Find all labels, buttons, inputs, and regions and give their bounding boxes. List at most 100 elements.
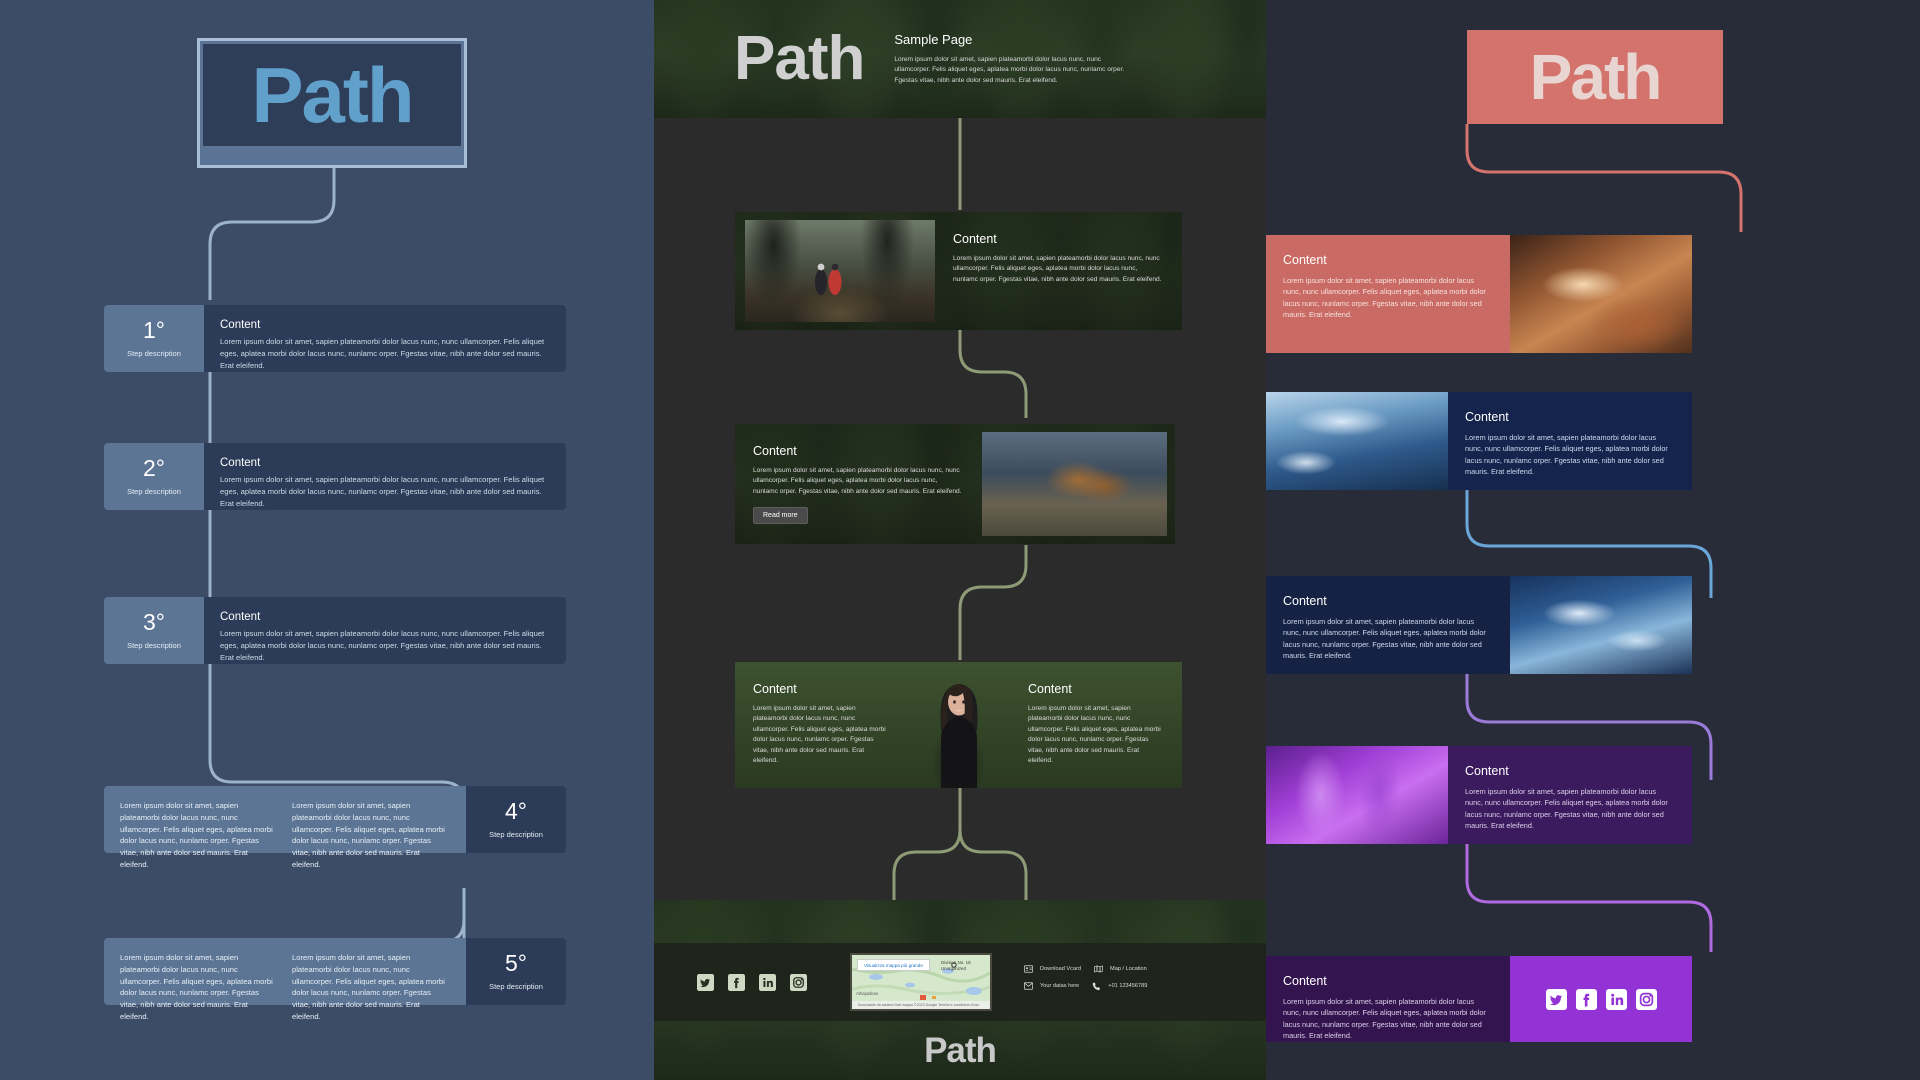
right-card-1-body: Lorem ipsum dolor sit amet, sapien plate… xyxy=(1283,276,1486,319)
map-place-label: Athapaskan xyxy=(856,991,879,996)
center-header-text: Sample Page Lorem ipsum dolor sit amet, … xyxy=(894,32,1134,87)
left-logo-text: Path xyxy=(251,51,414,139)
step-badge-4: 4° Step description xyxy=(466,786,566,853)
map-marker-label: Division No. 18 Unorganized xyxy=(941,960,971,971)
step-row-1[interactable]: 1° Step description Content Lorem ipsum … xyxy=(104,305,566,372)
step-body-5: Lorem ipsum dolor sit amet, sapien plate… xyxy=(104,938,466,1021)
mail-icon xyxy=(1024,982,1033,990)
card1-image-forest-path-hikers xyxy=(745,220,935,322)
download-vcard-label[interactable]: Download Vcard xyxy=(1040,966,1081,972)
right-panel: Path Content Lorem ipsum dolor sit amet,… xyxy=(1266,0,1920,1080)
center-footer-logo-text: Path xyxy=(924,1030,997,1070)
instagram-icon[interactable] xyxy=(1635,988,1657,1010)
center-card-3[interactable]: Content Lorem ipsum dolor sit amet, sapi… xyxy=(735,662,1182,788)
center-header-body: Lorem ipsum dolor sit amet, sapien plate… xyxy=(894,55,1125,84)
center-card-2[interactable]: Content Lorem ipsum dolor sit amet, sapi… xyxy=(735,424,1175,544)
step-badge-5: 5° Step description xyxy=(466,938,566,1005)
twitter-icon[interactable] xyxy=(1545,988,1567,1010)
read-more-button[interactable]: Read more xyxy=(753,507,808,525)
right-card-4-text: Content Lorem ipsum dolor sit amet, sapi… xyxy=(1448,746,1692,844)
right-card-1-heading: Content xyxy=(1283,253,1327,267)
right-card-3-image-water xyxy=(1510,576,1692,674)
twitter-icon[interactable] xyxy=(697,973,714,991)
right-card-3[interactable]: Content Lorem ipsum dolor sit amet, sapi… xyxy=(1266,576,1692,674)
right-logo: Path xyxy=(1467,30,1723,124)
right-card-1-image-canyon xyxy=(1510,235,1692,353)
right-connector-paths xyxy=(1465,124,1743,952)
your-datas-label[interactable]: Your datas here xyxy=(1040,983,1079,989)
step-badge-3: 3° Step description xyxy=(104,597,204,664)
step-body-1: Content Lorem ipsum dolor sit amet, sapi… xyxy=(204,305,566,372)
right-card-5-heading: Content xyxy=(1283,974,1327,988)
step-badge-2: 2° Step description xyxy=(104,443,204,510)
left-logo-frame: Path xyxy=(197,38,467,168)
right-card-4-body: Lorem ipsum dolor sit amet, sapien plate… xyxy=(1465,787,1668,830)
card1-text: Content Lorem ipsum dolor sit amet, sapi… xyxy=(935,212,1182,330)
right-card-2[interactable]: Content Lorem ipsum dolor sit amet, sapi… xyxy=(1266,392,1692,490)
right-card-3-heading: Content xyxy=(1283,594,1327,608)
card2-body: Lorem ipsum dolor sit amet, sapien plate… xyxy=(753,467,962,495)
step-number-4: 4° xyxy=(505,798,527,824)
right-card-2-heading: Content xyxy=(1465,410,1509,424)
left-logo-plate: Path xyxy=(203,44,461,146)
right-card-3-text: Content Lorem ipsum dolor sit amet, sapi… xyxy=(1266,576,1510,674)
step-row-4[interactable]: Lorem ipsum dolor sit amet, sapien plate… xyxy=(104,786,566,869)
map-expand-button[interactable]: Visualizza mappa più grande xyxy=(857,959,930,971)
step-number-5: 5° xyxy=(505,950,527,976)
hikers-figures xyxy=(815,263,842,295)
step-body-4: Lorem ipsum dolor sit amet, sapien plate… xyxy=(104,786,466,869)
step-text-col-a-4: Lorem ipsum dolor sit amet, sapien plate… xyxy=(120,800,278,869)
card2-text: Content Lorem ipsum dolor sit amet, sapi… xyxy=(735,424,982,544)
step-body-2: Content Lorem ipsum dolor sit amet, sapi… xyxy=(204,443,566,510)
step-heading-1: Content xyxy=(220,319,261,331)
footer-social-group xyxy=(654,973,850,991)
right-card-4-image-purple-feathers xyxy=(1266,746,1448,844)
footer-info: Download Vcard Map / Location Your datas… xyxy=(992,964,1266,1000)
facebook-icon[interactable] xyxy=(1575,988,1597,1010)
linkedin-icon[interactable] xyxy=(759,973,776,991)
right-card-2-image-mountain xyxy=(1266,392,1448,490)
step-row-2[interactable]: 2° Step description Content Lorem ipsum … xyxy=(104,443,566,510)
card3-heading-left: Content xyxy=(753,682,797,696)
center-header: Path Sample Page Lorem ipsum dolor sit a… xyxy=(654,0,1266,118)
step-number-3: 3° xyxy=(143,609,165,635)
step-desc-1: Step description xyxy=(127,349,181,358)
center-header-title: Sample Page xyxy=(894,31,973,47)
step-heading-2: Content xyxy=(220,457,261,469)
step-body-3: Content Lorem ipsum dolor sit amet, sapi… xyxy=(204,597,566,664)
map-credits: Scorciatoie da tastiera Dati mappa ©2023… xyxy=(858,1003,980,1007)
card1-heading: Content xyxy=(953,232,997,246)
step-desc-4: Step description xyxy=(489,830,543,839)
phone-label[interactable]: +01 123456789 xyxy=(1108,983,1147,989)
right-card-5[interactable]: Content Lorem ipsum dolor sit amet, sapi… xyxy=(1266,956,1692,1042)
footer-info-row-2: Your datas here +01 123456789 xyxy=(1024,982,1266,991)
center-footer-logo: Path xyxy=(654,1021,1266,1080)
step-text-5a: Lorem ipsum dolor sit amet, sapien plate… xyxy=(120,953,273,1021)
right-card-4[interactable]: Content Lorem ipsum dolor sit amet, sapi… xyxy=(1266,746,1692,844)
card3-text-right: Content Lorem ipsum dolor sit amet, sapi… xyxy=(1010,662,1182,788)
linkedin-icon[interactable] xyxy=(1605,988,1627,1010)
card3-text-left: Content Lorem ipsum dolor sit amet, sapi… xyxy=(735,662,907,788)
center-logo-text: Path xyxy=(734,24,865,93)
card1-body: Lorem ipsum dolor sit amet, sapien plate… xyxy=(953,255,1162,283)
card2-heading: Content xyxy=(753,444,797,458)
right-card-1[interactable]: Content Lorem ipsum dolor sit amet, sapi… xyxy=(1266,235,1692,353)
step-row-3[interactable]: 3° Step description Content Lorem ipsum … xyxy=(104,597,566,664)
map-icon xyxy=(1094,964,1103,973)
step-text-4a: Lorem ipsum dolor sit amet, sapien plate… xyxy=(120,801,273,869)
left-panel: Path 1° Step description Content Lorem i… xyxy=(0,0,654,1080)
right-card-5-text: Content Lorem ipsum dolor sit amet, sapi… xyxy=(1266,956,1510,1042)
card3-heading-right: Content xyxy=(1028,682,1072,696)
step-text-col-a-5: Lorem ipsum dolor sit amet, sapien plate… xyxy=(120,952,278,1021)
right-card-5-social-block xyxy=(1510,956,1692,1042)
facebook-icon[interactable] xyxy=(728,973,745,991)
instagram-icon[interactable] xyxy=(790,973,807,991)
card3-image-spacer xyxy=(907,662,1010,788)
step-row-5[interactable]: Lorem ipsum dolor sit amet, sapien plate… xyxy=(104,938,566,1021)
map-location-label[interactable]: Map / Location xyxy=(1110,966,1147,972)
card2-image-hiking-boots xyxy=(982,432,1167,536)
center-card-1[interactable]: Content Lorem ipsum dolor sit amet, sapi… xyxy=(735,212,1182,330)
phone-icon xyxy=(1092,982,1101,990)
step-text-2: Lorem ipsum dolor sit amet, sapien plate… xyxy=(220,475,545,508)
footer-map[interactable]: Visualizza mappa più grande Division No.… xyxy=(850,953,992,1011)
